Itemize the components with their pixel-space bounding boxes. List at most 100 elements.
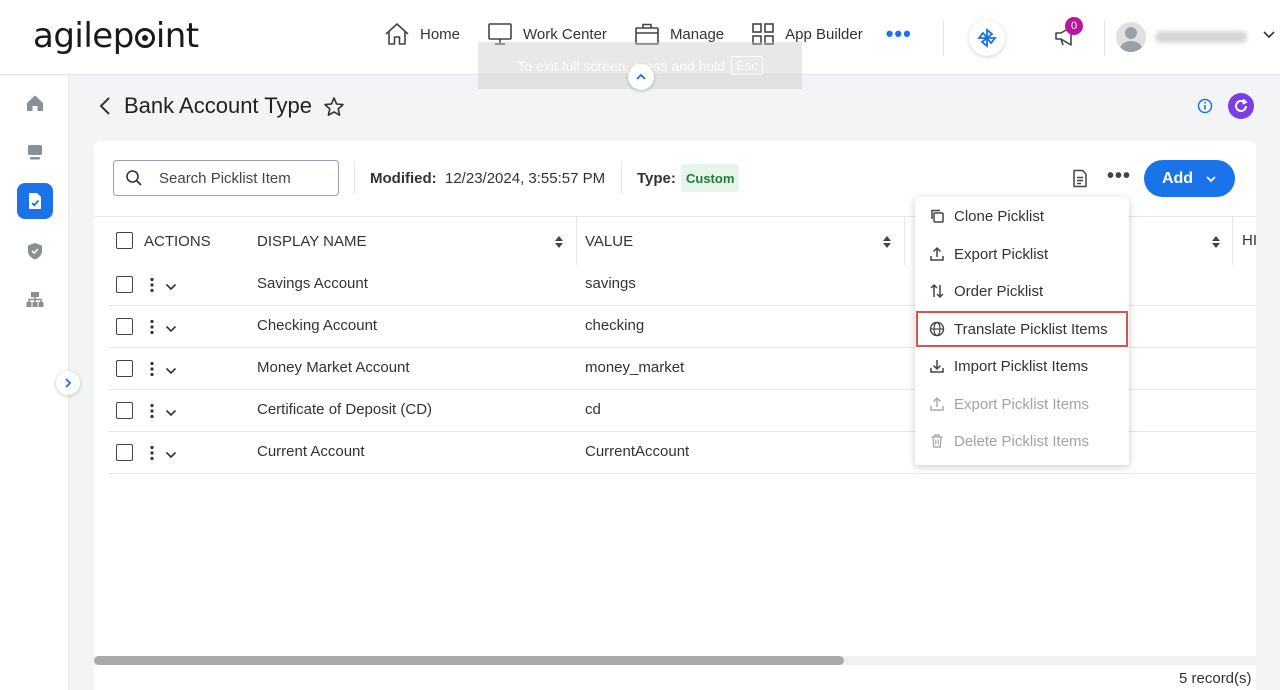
cell-display-name: Money Market Account <box>257 359 410 376</box>
cell-value: money_market <box>585 359 685 376</box>
cell-display-name: Certificate of Deposit (CD) <box>257 401 433 418</box>
menu-clone-picklist[interactable]: Clone Picklist <box>917 199 1127 233</box>
row-kebab-icon[interactable] <box>150 277 154 293</box>
ai-assistant-button[interactable] <box>969 20 1005 56</box>
sidebar-item-work-center[interactable] <box>17 134 53 170</box>
menu-item-label: Delete Picklist Items <box>954 432 1090 450</box>
header-value[interactable]: VALUE <box>585 233 633 250</box>
chevron-right-icon <box>65 378 72 388</box>
clone-icon <box>931 209 944 223</box>
cell-display-name: Savings Account <box>257 275 368 292</box>
cell-value: savings <box>585 275 636 292</box>
nav-work-center-label: Work Center <box>523 25 607 43</box>
refresh-button[interactable] <box>1228 93 1254 119</box>
menu-delete-picklist-items: Delete Picklist Items <box>917 424 1127 458</box>
sort-icon[interactable] <box>554 235 564 249</box>
sort-icon[interactable] <box>1211 235 1221 249</box>
user-avatar[interactable] <box>1116 22 1146 52</box>
toast-collapse-button[interactable] <box>628 64 654 90</box>
row-checkbox[interactable] <box>116 360 133 377</box>
cell-value: cd <box>585 401 601 418</box>
sidebar-item-hierarchy[interactable] <box>17 282 53 318</box>
row-kebab-icon[interactable] <box>150 361 154 377</box>
menu-export-picklist[interactable]: Export Picklist <box>917 237 1127 271</box>
user-name-blurred[interactable] <box>1155 31 1247 43</box>
menu-translate-picklist-items[interactable]: Translate Picklist Items <box>916 311 1128 347</box>
sidebar-item-security[interactable] <box>17 233 53 269</box>
chevron-down-icon[interactable] <box>165 407 177 419</box>
cell-value: checking <box>585 317 645 334</box>
chevron-down-icon <box>1206 175 1216 182</box>
info-icon[interactable] <box>1197 98 1213 114</box>
favorite-star-icon[interactable] <box>323 96 345 118</box>
hierarchy-icon <box>26 292 44 307</box>
back-arrow-icon[interactable] <box>97 96 113 116</box>
nav-app-builder-label: App Builder <box>785 25 863 43</box>
trash-icon <box>931 434 943 448</box>
logo-dot-icon <box>134 28 155 48</box>
modified-value: 12/23/2024, 3:55:57 PM <box>445 170 606 187</box>
document-check-icon <box>29 193 41 209</box>
menu-import-picklist-items[interactable]: Import Picklist Items <box>917 349 1127 383</box>
pinwheel-icon <box>977 28 997 48</box>
select-all-checkbox[interactable] <box>116 232 133 249</box>
chevron-down-icon[interactable] <box>165 323 177 335</box>
add-button-label: Add <box>1161 169 1194 187</box>
more-options-button[interactable]: ••• <box>1107 166 1131 186</box>
record-count: 5 record(s) <box>1179 670 1252 687</box>
document-icon[interactable] <box>1072 169 1088 188</box>
nav-manage-label: Manage <box>669 25 725 43</box>
type-badge: Custom <box>681 164 740 192</box>
nav-home-label: Home <box>420 25 461 43</box>
cell-value: CurrentAccount <box>585 443 690 460</box>
row-kebab-icon[interactable] <box>150 445 154 461</box>
cell-display-name: Current Account <box>257 443 365 460</box>
search-input[interactable] <box>159 169 329 187</box>
chevron-down-icon[interactable] <box>1262 28 1276 42</box>
row-kebab-icon[interactable] <box>150 319 154 335</box>
sidebar-expand-button[interactable] <box>56 371 80 395</box>
notification-badge: 0 <box>1065 17 1083 35</box>
globe-icon <box>929 321 945 337</box>
column-divider <box>904 217 905 265</box>
chevron-down-icon[interactable] <box>165 281 177 293</box>
nav-home[interactable]: Home <box>384 22 460 46</box>
menu-order-picklist[interactable]: Order Picklist <box>917 274 1127 308</box>
horizontal-scrollbar-thumb[interactable] <box>94 656 844 665</box>
toast-key: Esc <box>731 56 763 75</box>
menu-item-label: Clone Picklist <box>954 207 1045 225</box>
import-icon <box>930 360 944 373</box>
sidebar-item-document[interactable] <box>17 183 53 219</box>
row-checkbox[interactable] <box>116 318 133 335</box>
row-checkbox[interactable] <box>116 444 133 461</box>
logo-text-start: agilep <box>33 16 134 56</box>
divider <box>621 162 622 194</box>
column-divider <box>576 217 577 265</box>
divider <box>943 20 944 56</box>
chevron-down-icon[interactable] <box>165 365 177 377</box>
row-kebab-icon[interactable] <box>150 403 154 419</box>
shield-icon <box>28 243 42 260</box>
export-icon <box>930 246 944 261</box>
sort-icon[interactable] <box>882 235 892 249</box>
header-display-name[interactable]: DISPLAY NAME <box>257 233 366 250</box>
search-picklist-box[interactable] <box>113 160 339 196</box>
sidebar-item-home[interactable] <box>17 85 53 121</box>
monitor-icon <box>28 145 42 160</box>
chevron-up-icon <box>636 73 646 80</box>
row-checkbox[interactable] <box>116 402 133 419</box>
add-button[interactable]: Add <box>1144 160 1235 197</box>
cell-display-name: Checking Account <box>257 317 378 334</box>
agilepoint-logo[interactable]: agilep int <box>33 16 199 56</box>
menu-item-label: Import Picklist Items <box>954 357 1089 375</box>
menu-item-label: Order Picklist <box>954 282 1044 300</box>
nav-more-icon[interactable]: ••• <box>886 23 912 45</box>
row-checkbox[interactable] <box>116 276 133 293</box>
type-label: Type: <box>637 170 676 187</box>
toast-text: To exit full screen, press and hold <box>517 57 726 74</box>
column-divider <box>1232 217 1233 265</box>
page-title: Bank Account Type <box>124 93 312 118</box>
modified-info: Modified: 12/23/2024, 3:55:57 PM <box>370 170 605 187</box>
menu-export-picklist-items: Export Picklist Items <box>917 387 1127 421</box>
chevron-down-icon[interactable] <box>165 449 177 461</box>
